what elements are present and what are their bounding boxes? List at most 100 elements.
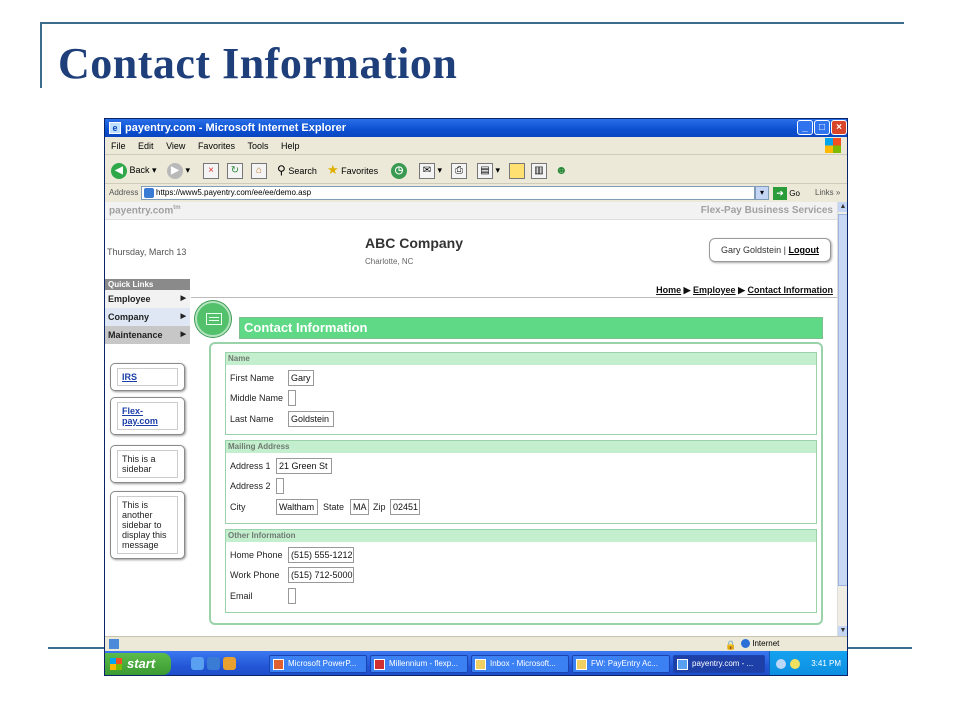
menu-file[interactable]: File <box>111 141 126 151</box>
address-input[interactable]: https://www5.payentry.com/ee/ee/demo.asp <box>141 186 755 200</box>
research-button[interactable]: ▥ <box>531 161 547 179</box>
zone-label: Internet <box>752 639 780 648</box>
menu-edit[interactable]: Edit <box>138 141 154 151</box>
print-icon: ⎙ <box>451 162 467 179</box>
edit-button[interactable]: ▤ ▾ <box>477 161 500 179</box>
close-button[interactable]: × <box>831 120 847 135</box>
menu-favorites[interactable]: Favorites <box>198 141 235 151</box>
quicklaunch-ie-icon[interactable] <box>207 657 220 670</box>
research-icon: ▥ <box>531 162 547 179</box>
tray-volume-icon[interactable] <box>790 659 800 669</box>
menu-tools[interactable]: Tools <box>247 141 268 151</box>
taskbar-item-payentry[interactable]: payentry.com - ... <box>673 655 765 673</box>
flexpay-link[interactable]: Flex-pay.com <box>122 406 158 426</box>
messenger-icon: ☻ <box>555 163 568 177</box>
address1-input[interactable]: 21 Green St <box>276 458 332 474</box>
first-name-row: First Name Gary <box>230 370 314 386</box>
minimize-button[interactable]: _ <box>797 120 813 135</box>
home-icon: ⌂ <box>251 162 267 179</box>
links-label: Links <box>815 188 834 197</box>
breadcrumb-home[interactable]: Home <box>656 285 681 295</box>
taskbar-item-millennium[interactable]: Millennium - flexp... <box>370 655 468 673</box>
site-logo-text: payentry.com <box>109 205 174 217</box>
search-label: Search <box>288 166 317 176</box>
address-dropdown-button[interactable]: ▾ <box>755 186 769 200</box>
breadcrumb-current[interactable]: Contact Information <box>748 285 834 295</box>
breadcrumb-employee[interactable]: Employee <box>693 285 736 295</box>
links-toolbar[interactable]: Links » <box>815 185 840 201</box>
start-button[interactable]: start <box>105 653 171 675</box>
stop-button[interactable]: × <box>203 161 219 179</box>
security-zone: Internet <box>741 637 779 651</box>
taskbar-item-powerpoint[interactable]: Microsoft PowerP... <box>269 655 367 673</box>
site-logo-tm: tm <box>173 205 181 211</box>
status-bar: 🔒 Internet <box>105 636 847 650</box>
tray-network-icon[interactable] <box>776 659 786 669</box>
history-button[interactable]: ◷ <box>391 161 407 179</box>
mail-icon: ✉ <box>419 162 435 179</box>
back-button[interactable]: ◀ Back ▾ <box>111 161 157 179</box>
refresh-button[interactable]: ↻ <box>227 161 243 179</box>
print-button[interactable]: ⎙ <box>451 161 467 179</box>
history-icon: ◷ <box>391 162 407 179</box>
nav-item-employee[interactable]: Employee ▶ <box>105 290 190 308</box>
middle-name-label: Middle Name <box>230 393 284 403</box>
favorites-button[interactable]: ★ Favorites <box>327 161 378 179</box>
home-phone-input[interactable]: (515) 555-1212 <box>288 547 354 563</box>
ie-page-icon: e <box>109 122 121 134</box>
email-label: Email <box>230 591 253 601</box>
forward-button[interactable]: ▶ ▾ <box>167 161 190 179</box>
slide-title: Contact Information <box>58 39 458 88</box>
discuss-button[interactable] <box>509 161 525 179</box>
menu-view[interactable]: View <box>166 141 185 151</box>
address2-input[interactable] <box>276 478 284 494</box>
sidebar-box-irs: IRS <box>110 363 185 391</box>
scrollbar-thumb[interactable] <box>838 214 847 586</box>
search-icon: ⚲ <box>277 163 286 177</box>
name-section-header: Name <box>226 353 816 365</box>
taskbar-item-fw-payentry[interactable]: FW: PayEntry Ac... <box>572 655 670 673</box>
chevron-right-icon: ▶ <box>180 313 186 320</box>
maximize-button[interactable]: □ <box>814 120 830 135</box>
go-button[interactable]: ➜ Go <box>773 186 800 202</box>
sidebar-message2: This is another sidebar to display this … <box>117 496 178 554</box>
scroll-down-icon[interactable]: ▼ <box>838 626 847 636</box>
page-content: payentry.comtm Flex-Pay Business Service… <box>105 202 837 636</box>
quicklaunch-media-icon[interactable] <box>223 657 236 670</box>
vertical-scrollbar[interactable]: ▲ ▼ <box>837 202 847 636</box>
menu-help[interactable]: Help <box>281 141 300 151</box>
nav-item-company[interactable]: Company ▶ <box>105 308 190 326</box>
city-label: City <box>230 502 246 512</box>
logout-link[interactable]: Logout <box>788 245 819 255</box>
irs-link[interactable]: IRS <box>122 372 137 382</box>
window-titlebar[interactable]: e payentry.com - Microsoft Internet Expl… <box>105 119 847 137</box>
home-button[interactable]: ⌂ <box>251 161 267 179</box>
state-input[interactable]: MA <box>350 499 369 515</box>
nav-item-maintenance[interactable]: Maintenance ▶ <box>105 326 190 344</box>
quicklaunch-desktop-icon[interactable] <box>191 657 204 670</box>
city-input[interactable]: Waltham <box>276 499 318 515</box>
site-logo[interactable]: payentry.comtm <box>109 205 181 216</box>
start-label: start <box>127 656 156 671</box>
mail-button[interactable]: ✉ ▾ <box>419 161 442 179</box>
system-tray: 3:41 PM <box>769 651 847 675</box>
chevron-right-icon: ▶ <box>180 331 186 338</box>
task-label: Inbox - Microsoft... <box>490 659 556 668</box>
messenger-button[interactable]: ☻ <box>555 161 568 179</box>
search-button[interactable]: ⚲ Search <box>277 161 317 179</box>
scroll-up-icon[interactable]: ▲ <box>838 202 847 212</box>
middle-name-input[interactable] <box>288 390 296 406</box>
back-label: Back <box>129 165 150 175</box>
work-phone-input[interactable]: (515) 712-5000 <box>288 567 354 583</box>
go-arrow-icon: ➜ <box>773 187 787 201</box>
zip-input[interactable]: 02451 <box>390 499 420 515</box>
email-input[interactable] <box>288 588 296 604</box>
browser-toolbar: ◀ Back ▾ ▶ ▾ × ↻ ⌂ ⚲ Search ★ Favorites … <box>105 156 847 184</box>
taskbar-item-inbox[interactable]: Inbox - Microsoft... <box>471 655 569 673</box>
last-name-input[interactable]: Goldstein <box>288 411 334 427</box>
mailing-address-section: Mailing Address Address 1 21 Green St Ad… <box>225 440 817 524</box>
first-name-input[interactable]: Gary <box>288 370 314 386</box>
last-name-label: Last Name <box>230 414 274 424</box>
slide-top-rule <box>40 22 904 24</box>
task-label: Microsoft PowerP... <box>288 659 357 668</box>
